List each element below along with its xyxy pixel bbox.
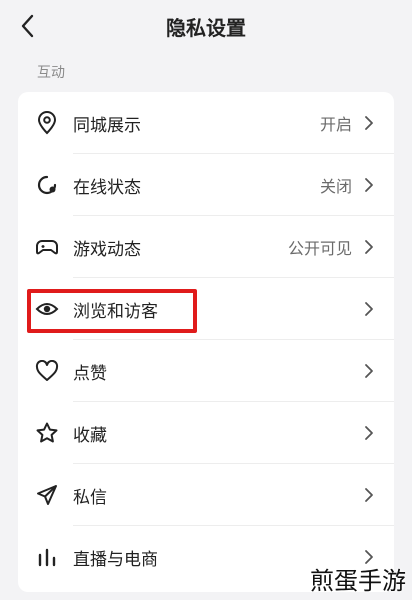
chevron-right-icon [362, 361, 376, 381]
chevron-right-icon [362, 175, 376, 195]
row-label: 直播与电商 [73, 549, 158, 570]
online-status-icon [34, 172, 60, 198]
row-likes[interactable]: 点赞 [18, 340, 394, 402]
row-label: 私信 [73, 487, 107, 508]
star-icon [34, 420, 60, 446]
section-title: 互动 [37, 65, 65, 81]
paper-plane-icon [34, 482, 60, 508]
chevron-right-icon [362, 237, 376, 257]
row-label: 同城展示 [73, 115, 141, 136]
bar-chart-icon [34, 544, 60, 570]
chevron-right-icon [362, 485, 376, 505]
chevron-right-icon [362, 299, 376, 319]
row-value: 开启 [319, 115, 352, 134]
row-direct-messages[interactable]: 私信 [18, 464, 394, 526]
row-label: 浏览和访客 [73, 301, 158, 322]
row-nearby-display[interactable]: 同城展示 开启 [18, 92, 394, 154]
chevron-right-icon [362, 423, 376, 443]
watermark-text: 煎蛋手游 [310, 567, 406, 595]
row-label: 在线状态 [73, 177, 141, 198]
header-bar: 隐私设置 [0, 0, 412, 56]
eye-icon [34, 296, 60, 322]
row-label: 游戏动态 [73, 239, 141, 260]
row-online-status[interactable]: 在线状态 关闭 [18, 154, 394, 216]
row-value: 公开可见 [287, 239, 352, 258]
page-title: 隐私设置 [166, 16, 246, 40]
location-pin-icon [34, 110, 60, 136]
heart-icon [34, 358, 60, 384]
settings-card: 同城展示 开启 在线状态 关闭 游戏动态 公开可见 浏览和访客 点赞 收藏 私信… [18, 92, 394, 592]
row-value: 关闭 [319, 177, 352, 196]
chevron-right-icon [362, 113, 376, 133]
row-favorites[interactable]: 收藏 [18, 402, 394, 464]
row-game-activity[interactable]: 游戏动态 公开可见 [18, 216, 394, 278]
row-label: 收藏 [73, 425, 107, 446]
row-browse-visitors[interactable]: 浏览和访客 [18, 278, 394, 340]
gamepad-icon [34, 234, 60, 260]
row-label: 点赞 [73, 363, 107, 384]
